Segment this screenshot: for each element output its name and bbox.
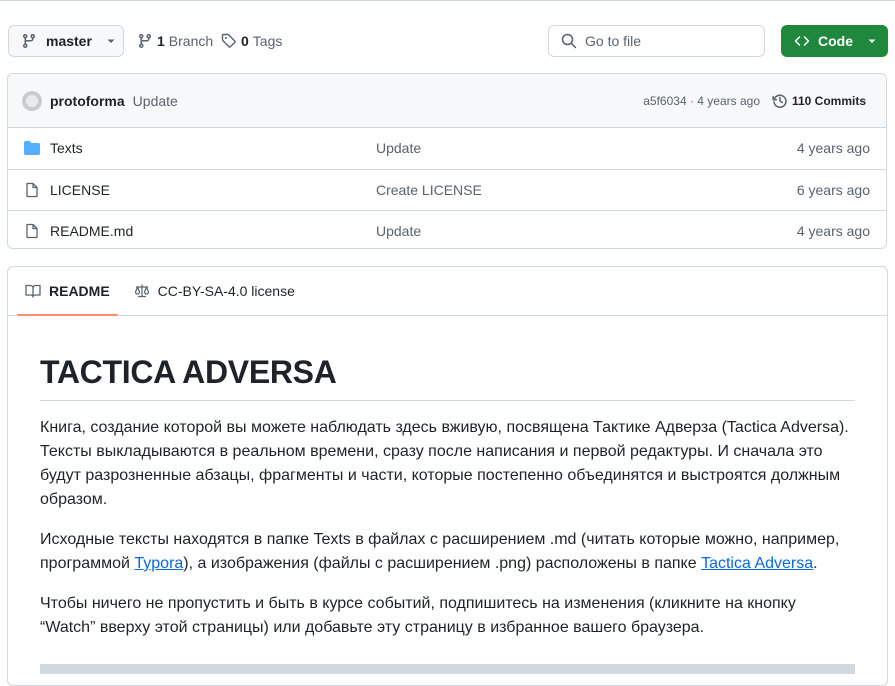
branches-count: 1 [157,33,165,49]
file-icon [26,182,38,197]
code-button[interactable]: Code [781,25,888,57]
file-row[interactable]: Texts Update 4 years ago [8,128,886,170]
git-branch-icon [23,33,35,49]
tags-count: 0 [241,33,249,49]
file-icon [26,224,38,239]
code-label: Code [818,33,853,49]
law-icon [134,284,149,298]
tags-label: Tags [252,33,283,49]
file-commit-message[interactable]: Update [376,223,421,239]
search-placeholder: Go to file [585,33,642,49]
commits-count: 110 [791,93,812,108]
tab-readme-label: README [49,283,110,299]
readme-content: TACTICA ADVERSA Книга, создание которой … [8,352,887,674]
commit-message[interactable]: Update [133,93,178,109]
file-commit-message[interactable]: Update [376,140,421,156]
file-commit-date: 4 years ago [796,223,870,240]
caret-down-icon [868,39,876,43]
file-row[interactable]: LICENSE Create LICENSE 6 years ago [8,170,886,211]
branch-name: master [46,33,92,49]
blockquote-bar [40,664,855,674]
commit-hash-time[interactable]: a5f6034 · 4 years ago [643,94,760,108]
tag-icon [221,33,236,48]
paragraph-text: ), а изображения (файлы с расширением .p… [183,555,702,572]
file-row[interactable]: README.md Update 4 years ago [8,211,886,248]
readme-title: TACTICA ADVERSA [40,352,855,401]
history-icon [772,93,787,108]
file-name[interactable]: README.md [50,223,133,239]
readme-paragraph: Исходные тексты находятся в папке Texts … [40,528,855,576]
go-to-file-input[interactable]: Go to file [548,25,765,57]
file-commit-date: 6 years ago [796,181,870,198]
author-avatar[interactable] [22,90,42,111]
top-border [0,0,895,1]
file-commit-message[interactable]: Create LICENSE [376,182,482,198]
tactica-adversa-link[interactable]: Tactica Adversa [701,555,813,572]
tags-link[interactable]: 0 Tags [221,25,282,57]
typora-link[interactable]: Typora [134,555,183,572]
commits-link[interactable]: 110 Commits [772,93,866,109]
tab-readme[interactable]: README [17,267,118,316]
book-icon [25,284,41,298]
readme-tabs: README CC-BY-SA-4.0 license [8,267,887,316]
file-name[interactable]: LICENSE [50,182,110,198]
code-icon [794,36,810,46]
tab-license[interactable]: CC-BY-SA-4.0 license [126,267,303,315]
folder-icon [24,141,40,156]
file-commit-date: 4 years ago [796,140,870,157]
branches-label: Branch [168,33,214,49]
paragraph-text: . [813,555,818,572]
latest-commit-bar: protoforma Update a5f6034 · 4 years ago … [8,74,886,128]
file-browser: protoforma Update a5f6034 · 4 years ago … [7,73,887,249]
tab-license-label: CC-BY-SA-4.0 license [157,283,295,299]
readme-panel: README CC-BY-SA-4.0 license TACTICA ADVE… [7,266,888,686]
branch-selector-button[interactable]: master [8,25,124,57]
caret-down-icon [107,39,115,43]
readme-paragraph: Книга, создание которой вы можете наблюд… [40,419,849,508]
readme-paragraph: Чтобы ничего не пропустить и быть в курс… [40,595,796,636]
search-icon [561,33,577,49]
file-name[interactable]: Texts [50,140,83,156]
branches-link[interactable]: 1 Branch [137,25,213,57]
git-branch-icon [139,33,151,49]
commit-author[interactable]: protoforma [50,93,125,109]
commits-label: Commits [814,93,866,108]
